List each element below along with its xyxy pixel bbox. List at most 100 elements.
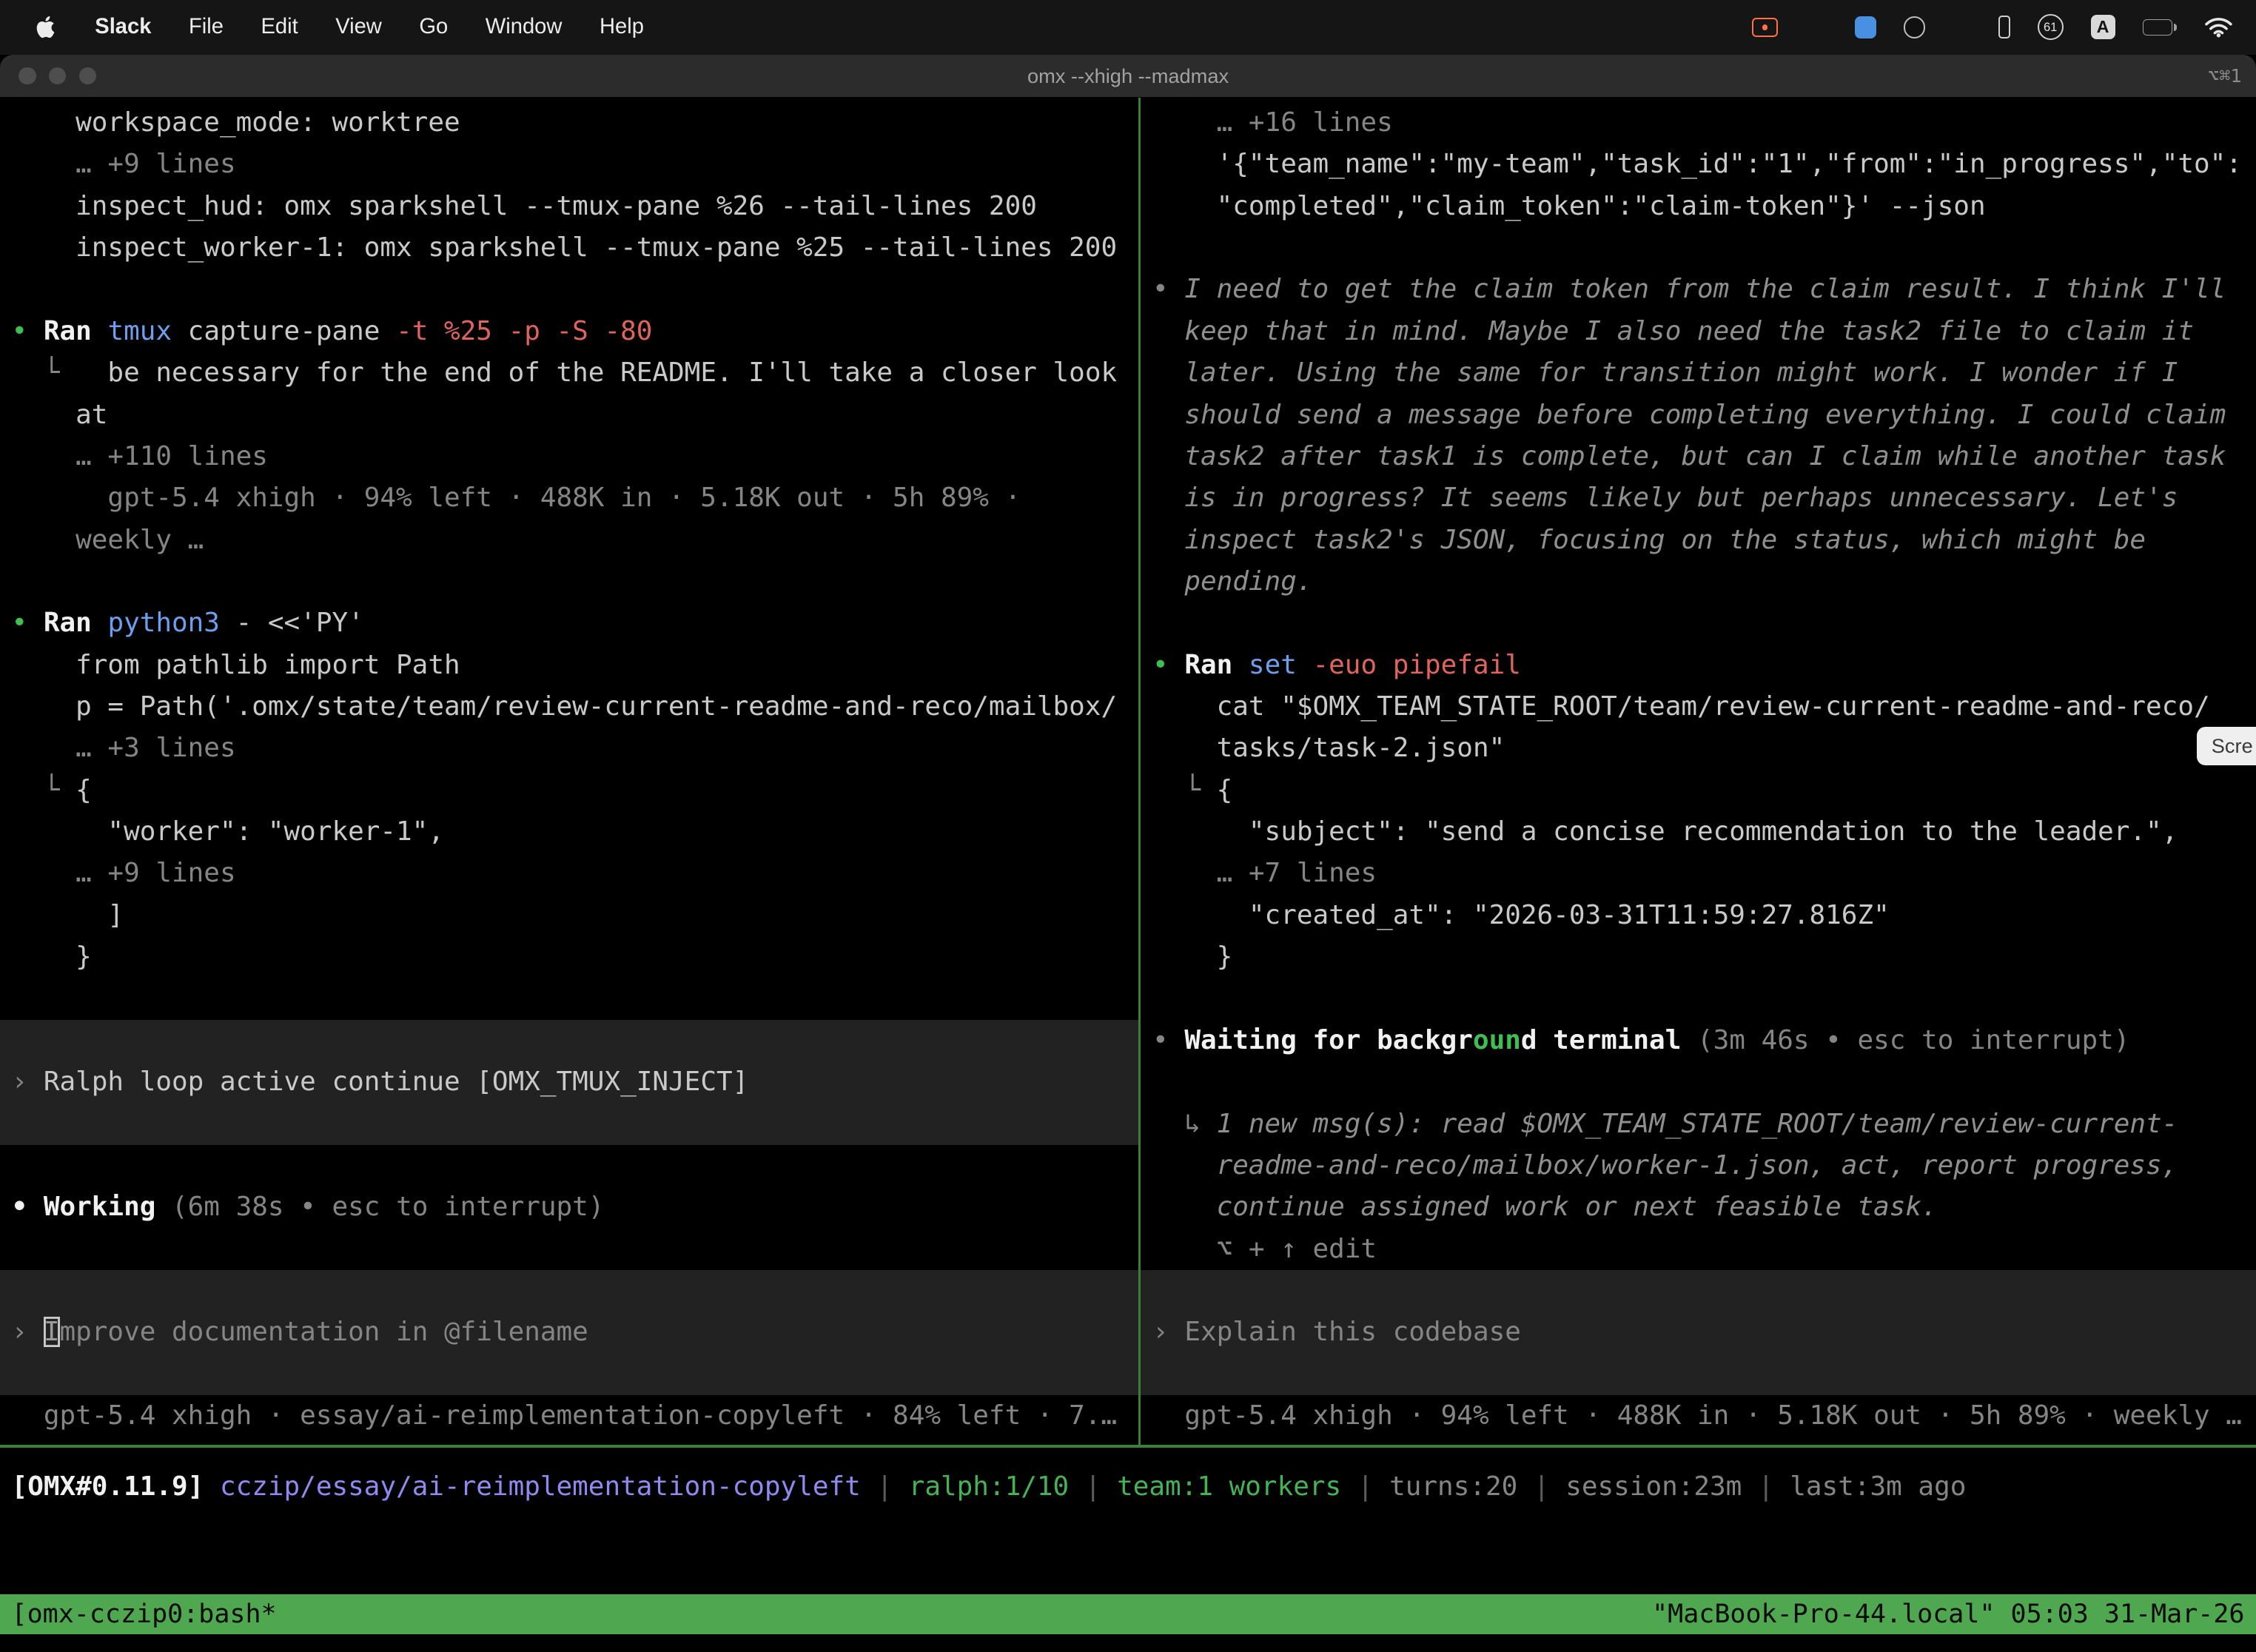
right-pane[interactable]: … +16 lines '{"team_name":"my-team","tas… <box>1141 98 2256 1444</box>
screen-share-toast[interactable]: Scre <box>2197 727 2256 765</box>
menu-item-edit[interactable]: Edit <box>242 0 317 55</box>
terminal-blank-line <box>0 1229 1138 1270</box>
tmux-session-label: [omx-cczip0:bash* <box>12 1594 277 1634</box>
input-source-icon[interactable]: A <box>2091 15 2115 39</box>
menu-item-help[interactable]: Help <box>581 0 662 55</box>
terminal-line: is in progress? It seems likely but perh… <box>1141 477 2256 519</box>
menu-item-go[interactable]: Go <box>400 0 466 55</box>
text-run: pending. <box>1152 566 1312 597</box>
status-segment: | <box>1069 1471 1117 1502</box>
ralph-loop-row[interactable]: › Ralph loop active continue [OMX_TMUX_I… <box>0 1061 1138 1103</box>
text-run: -t %25 -p -S -80 <box>396 316 652 346</box>
terminal-line: └ { <box>0 770 1138 811</box>
status-segment: cczip/essay/ai-reimplementation-copyleft <box>220 1471 861 1502</box>
terminal-line: • Waiting for background terminal (3m 46… <box>1141 1020 2256 1061</box>
dots-grid-icon[interactable] <box>1953 18 1971 36</box>
text-run: • <box>12 608 44 638</box>
terminal-line: p = Path('.omx/state/team/review-current… <box>0 686 1138 728</box>
status-segment: | <box>861 1471 909 1502</box>
text-run: ] <box>12 900 124 930</box>
terminal-line: ] <box>0 895 1138 936</box>
terminal-blank-line <box>1141 227 2256 269</box>
text-run: be necessary for the end of the README. … <box>75 357 1117 388</box>
tmux-status-bar: [omx-cczip0:bash* "MacBook-Pro-44.local"… <box>0 1594 2256 1634</box>
terminal-blank-line <box>0 1270 1138 1312</box>
terminal-line: … +9 lines <box>0 853 1138 894</box>
close-button[interactable] <box>19 67 36 84</box>
text-run: python3 <box>107 608 220 638</box>
slim-app-icon[interactable] <box>1998 16 2010 38</box>
text-run: "created_at": "2026-03-31T11:59:27.816Z" <box>1152 900 1890 930</box>
text-run: Ran <box>44 316 108 346</box>
text-run: { <box>1217 775 1233 805</box>
text-run: • <box>1152 650 1184 680</box>
apple-icon <box>35 14 56 40</box>
macos-screen: SlackFileEditViewGoWindowHelp 61 A <box>0 0 2256 1652</box>
terminal-line: } <box>1141 936 2256 978</box>
text-run: • <box>12 316 44 346</box>
terminal-line: from pathlib import Path <box>0 645 1138 686</box>
terminal-blank-line <box>1141 1061 2256 1103</box>
text-run: tmux <box>107 316 172 346</box>
menu-status-icons: 61 A <box>1752 0 2242 55</box>
badge-61-icon[interactable]: 61 <box>2038 14 2064 40</box>
text-run: cat "$OMX_TEAM_STATE_ROOT/team/review-cu… <box>1152 691 2210 722</box>
grid-icon[interactable] <box>1805 19 1827 36</box>
status-segment: ralph:1/10 <box>909 1471 1069 1502</box>
terminal-line: later. Using the same for transition mig… <box>1141 352 2256 394</box>
minimize-button[interactable] <box>49 67 66 84</box>
terminal-line: "completed","claim_token":"claim-token"}… <box>1141 186 2256 227</box>
text-run: … +3 lines <box>12 733 236 763</box>
zoom-button[interactable] <box>79 67 96 84</box>
menu-item-view[interactable]: View <box>317 0 400 55</box>
terminal-line: … +7 lines <box>1141 853 2256 894</box>
terminal-blank-line <box>0 561 1138 602</box>
left-pane[interactable]: workspace_mode: worktree … +9 lines insp… <box>0 98 1138 1444</box>
terminal-blank-line <box>1141 602 2256 644</box>
terminal-line: keep that in mind. Maybe I also need the… <box>1141 311 2256 352</box>
terminal-line: gpt-5.4 xhigh · 94% left · 488K in · 5.1… <box>0 477 1138 519</box>
text-run: mprove documentation in @filename <box>60 1317 588 1347</box>
prompt-input-right[interactable]: › Explain this codebase <box>1141 1312 2256 1353</box>
dark-app-icon[interactable] <box>1904 16 1925 38</box>
text-run: └ <box>12 357 76 388</box>
prompt-input-left[interactable]: › Improve documentation in @filename <box>0 1312 1138 1353</box>
battery-icon[interactable] <box>2143 19 2178 35</box>
text-run: from pathlib import Path <box>12 650 460 680</box>
menu-item-file[interactable]: File <box>170 0 243 55</box>
terminal-line: at <box>0 394 1138 436</box>
text-run: tasks/task-2.json" <box>1152 733 1505 763</box>
terminal-blank-line <box>1141 978 2256 1020</box>
status-segment: | <box>1517 1471 1565 1502</box>
terminal-blank-line <box>0 1020 1138 1061</box>
text-run: oun <box>1473 1025 1521 1055</box>
status-segment: session:23m <box>1565 1471 1742 1502</box>
text-run: d terminal <box>1521 1025 1681 1055</box>
terminal-line: should send a message before completing … <box>1141 394 2256 436</box>
terminal-line: "created_at": "2026-03-31T11:59:27.816Z" <box>1141 895 2256 936</box>
screen-recording-indicator-icon[interactable] <box>1752 18 1778 36</box>
terminal-blank-line <box>1141 1354 2256 1395</box>
blue-app-icon[interactable] <box>1855 16 1876 38</box>
window-shortcut-hint: ⌥⌘1 <box>2208 65 2242 87</box>
tmux-host-clock: "MacBook-Pro-44.local" 05:03 31-Mar-26 <box>1652 1594 2244 1634</box>
text-run: • Working <box>12 1192 156 1222</box>
terminal-line: readme-and-reco/mailbox/worker-1.json, a… <box>1141 1145 2256 1186</box>
text-run: "worker": "worker-1", <box>12 816 444 847</box>
apple-menu[interactable] <box>14 0 76 55</box>
menu-item-window[interactable]: Window <box>467 0 581 55</box>
terminal-line: • I need to get the claim token from the… <box>1141 269 2256 310</box>
text-run: "completed","claim_token":"claim-token"}… <box>1152 191 1986 221</box>
wifi-icon[interactable] <box>2204 16 2233 38</box>
text-run: inspect task2's JSON, focusing on the st… <box>1152 525 2146 555</box>
screen-share-toast-text: Scre <box>2212 734 2253 757</box>
terminal-line: … +16 lines <box>1141 102 2256 144</box>
text-run: Ran <box>1184 650 1249 680</box>
input-source-label: A <box>2097 17 2109 37</box>
menu-item-slack[interactable]: Slack <box>76 0 170 55</box>
menu-left: SlackFileEditViewGoWindowHelp <box>14 0 662 55</box>
terminal-blank-line <box>0 978 1138 1020</box>
text-run: at <box>12 400 108 430</box>
text-run: Ralph loop active continue [OMX_TMUX_INJ… <box>44 1067 748 1097</box>
terminal-line: tasks/task-2.json" <box>1141 728 2256 769</box>
